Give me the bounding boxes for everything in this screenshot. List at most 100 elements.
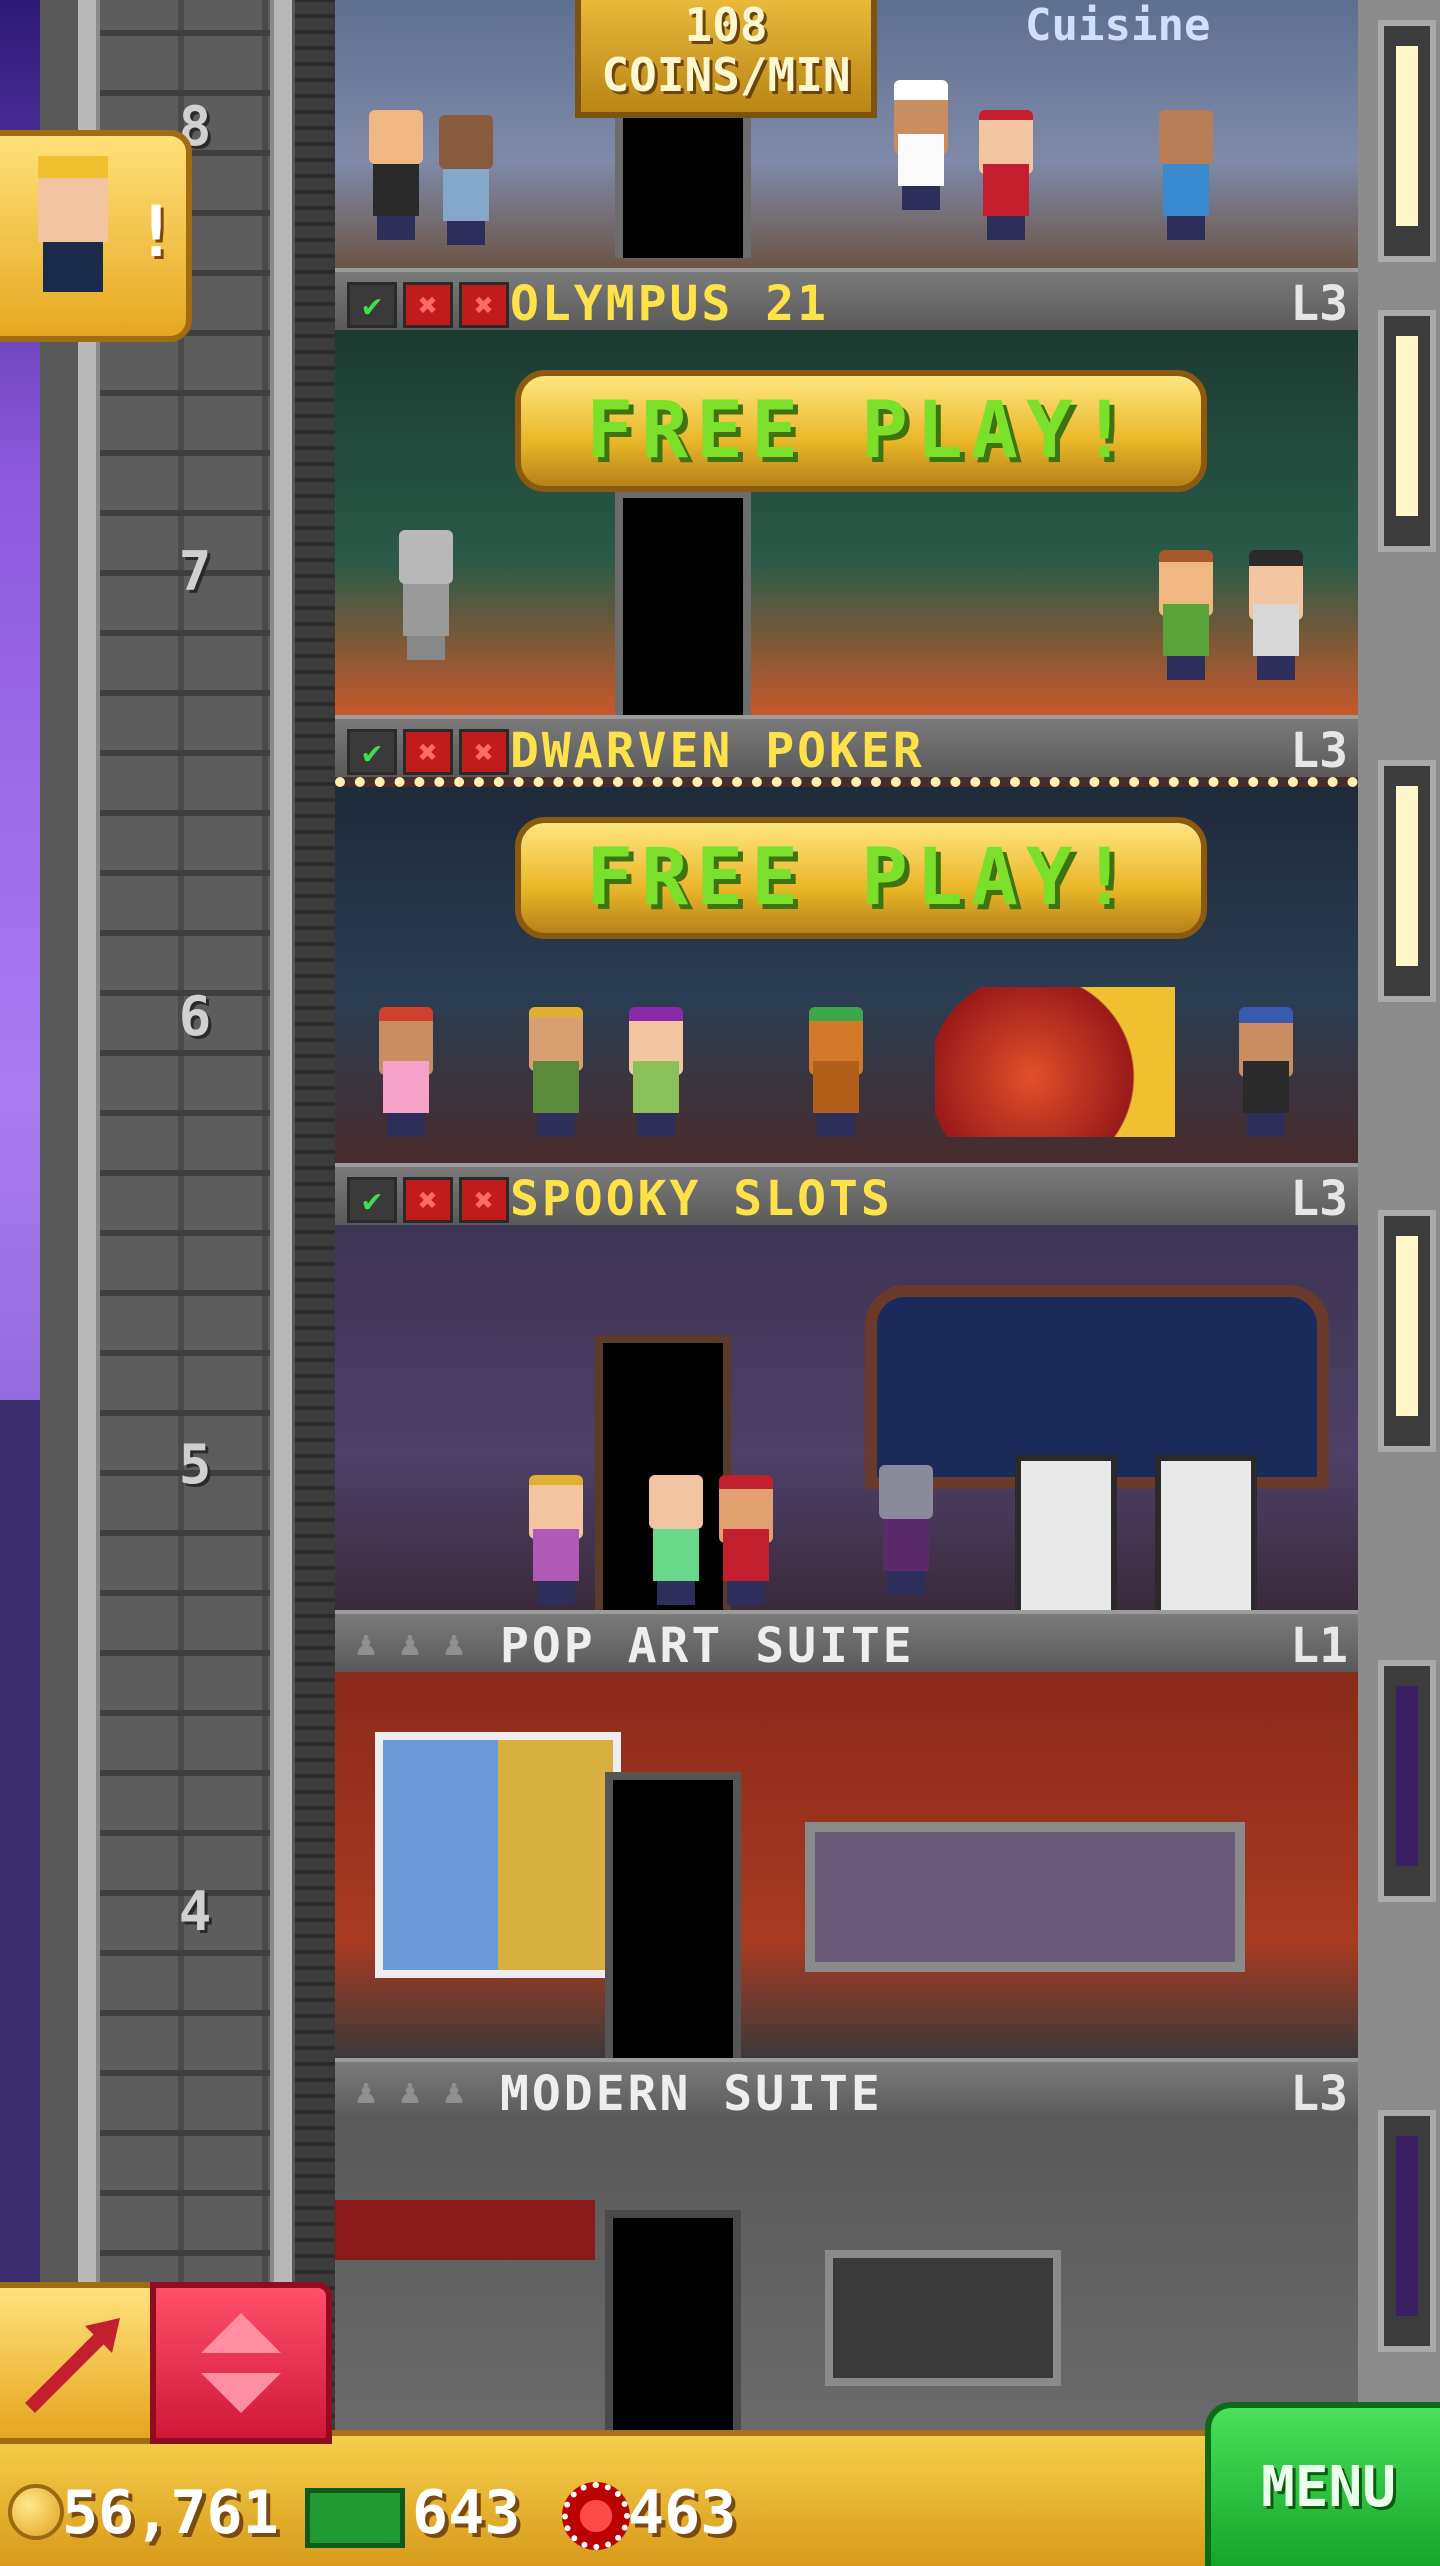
vip-avatar-icon bbox=[28, 156, 118, 316]
floor-name: MODERN SUITE bbox=[500, 2066, 883, 2122]
resident-slot-icon: ♟ bbox=[443, 2072, 465, 2112]
room-door bbox=[615, 100, 751, 258]
floor-level: L3 bbox=[1290, 723, 1348, 779]
side-window bbox=[1378, 2110, 1436, 2352]
pop-art-painting bbox=[375, 1732, 621, 1978]
build-button[interactable] bbox=[0, 2282, 156, 2444]
floor-olympus-21[interactable]: ✔ ✖ ✖ OLYMPUS 21 L3 FREE PLAY! bbox=[335, 268, 1358, 715]
guest[interactable] bbox=[525, 1475, 587, 1605]
floor-label-bar: ✔ ✖ ✖ SPOOKY SLOTS L3 bbox=[335, 1163, 1358, 1229]
coins-per-min-sign[interactable]: 108 COINS/MIN bbox=[575, 0, 877, 118]
floor-number-7: 7 bbox=[178, 540, 212, 603]
modern-suite-room bbox=[335, 2120, 1358, 2430]
guest[interactable] bbox=[525, 1007, 587, 1137]
coin-icon bbox=[8, 2484, 64, 2540]
side-window bbox=[1378, 310, 1436, 552]
floor-number-4: 4 bbox=[178, 1880, 212, 1943]
floor-level: L3 bbox=[1290, 276, 1348, 332]
floor-label-bar: ✔ ✖ ✖ OLYMPUS 21 L3 bbox=[335, 268, 1358, 334]
guest[interactable] bbox=[435, 115, 497, 245]
room-door bbox=[615, 490, 751, 715]
vip-notification[interactable]: ! bbox=[0, 130, 192, 342]
floor-number-5: 5 bbox=[178, 1433, 212, 1496]
city-silhouette bbox=[0, 1400, 40, 2430]
side-window bbox=[1378, 1660, 1436, 1902]
floor-level: L3 bbox=[1290, 1171, 1348, 1227]
free-play-button[interactable]: FREE PLAY! bbox=[515, 817, 1207, 939]
chip-icon bbox=[562, 2482, 630, 2550]
restaurant-sign: Cuisine bbox=[1025, 0, 1211, 51]
elevator-rail-left bbox=[78, 0, 100, 2430]
guest[interactable] bbox=[1245, 550, 1307, 680]
stock-out-icon: ✖ bbox=[459, 1177, 509, 1223]
coins-rate-unit: COINS/MIN bbox=[601, 48, 851, 102]
stock-indicator: ✔ ✖ ✖ bbox=[347, 1177, 509, 1223]
side-window bbox=[1378, 20, 1436, 262]
menu-button[interactable]: MENU bbox=[1205, 2402, 1440, 2566]
guest[interactable] bbox=[1155, 110, 1217, 240]
dragon-treasure bbox=[935, 987, 1175, 1137]
bellhop[interactable] bbox=[715, 1475, 777, 1605]
stock-indicator: ✔ ✖ ✖ bbox=[347, 729, 509, 775]
guest[interactable] bbox=[645, 1475, 707, 1605]
wall-stripe bbox=[335, 2200, 595, 2260]
free-play-button[interactable]: FREE PLAY! bbox=[515, 370, 1207, 492]
elevator-rail-right bbox=[270, 0, 292, 2430]
coins-rate-value: 108 bbox=[684, 0, 768, 52]
room-door bbox=[605, 1772, 741, 2058]
stock-ok-icon: ✔ bbox=[347, 1177, 397, 1223]
slot-machine[interactable] bbox=[1155, 1455, 1257, 1610]
stock-out-icon: ✖ bbox=[403, 1177, 453, 1223]
chips-count: 463 bbox=[628, 2478, 737, 2548]
resident-slot-icon: ♟ bbox=[355, 1624, 377, 1664]
floor-label-bar: ✔ ✖ ✖ DWARVEN POKER L3 bbox=[335, 715, 1358, 781]
zombie[interactable] bbox=[875, 1465, 937, 1595]
elevator-shaft-wall bbox=[100, 0, 270, 2430]
chef[interactable] bbox=[890, 80, 952, 210]
pop-art-room bbox=[335, 1672, 1358, 2058]
side-window bbox=[1378, 760, 1436, 1002]
stock-indicator: ✔ ✖ ✖ bbox=[347, 282, 509, 328]
elevator-arrows-icon bbox=[201, 2313, 281, 2413]
floor-spooky-slots[interactable]: ✔ ✖ ✖ SPOOKY SLOTS L3 bbox=[335, 1163, 1358, 1610]
vip-alert-icon: ! bbox=[135, 191, 178, 273]
resident-slot-icon: ♟ bbox=[355, 2072, 377, 2112]
floor-label-bar: ♟ ♟ ♟ MODERN SUITE L3 bbox=[335, 2058, 1358, 2124]
room-door bbox=[605, 2210, 741, 2430]
stock-out-icon: ✖ bbox=[459, 282, 509, 328]
resident-slot-icon: ♟ bbox=[399, 1624, 421, 1664]
dwarf[interactable] bbox=[805, 1007, 867, 1137]
floor-name: POP ART SUITE bbox=[500, 1618, 915, 1674]
stock-out-icon: ✖ bbox=[403, 729, 453, 775]
stock-out-icon: ✖ bbox=[459, 729, 509, 775]
stock-ok-icon: ✔ bbox=[347, 282, 397, 328]
side-window bbox=[1378, 1210, 1436, 1452]
floor-level: L3 bbox=[1290, 2066, 1348, 2122]
guest[interactable] bbox=[375, 1007, 437, 1137]
waiter[interactable] bbox=[975, 110, 1037, 240]
slot-machine[interactable] bbox=[1015, 1455, 1117, 1610]
floor-pop-art-suite[interactable]: ♟ ♟ ♟ POP ART SUITE L1 bbox=[335, 1610, 1358, 2058]
dwarven-poker-room: FREE PLAY! bbox=[335, 777, 1358, 1183]
guest[interactable] bbox=[365, 110, 427, 240]
floor-dwarven-poker[interactable]: ✔ ✖ ✖ DWARVEN POKER L3 FREE PLAY! bbox=[335, 715, 1358, 1183]
resident-slot-icon: ♟ bbox=[443, 1624, 465, 1664]
floor-modern-suite[interactable]: ♟ ♟ ♟ MODERN SUITE L3 bbox=[335, 2058, 1358, 2430]
guest[interactable] bbox=[625, 1007, 687, 1137]
stock-ok-icon: ✔ bbox=[347, 729, 397, 775]
coins-count: 56,761 bbox=[62, 2478, 279, 2548]
elevator-button[interactable] bbox=[150, 2282, 332, 2444]
olympus-room: FREE PLAY! bbox=[335, 330, 1358, 715]
shaft-edge bbox=[295, 0, 335, 2430]
resident-slot-icon: ♟ bbox=[399, 2072, 421, 2112]
stock-out-icon: ✖ bbox=[403, 282, 453, 328]
sofa bbox=[805, 1822, 1245, 1972]
bux-icon bbox=[305, 2488, 405, 2548]
floor-label-bar: ♟ ♟ ♟ POP ART SUITE L1 bbox=[335, 1610, 1358, 1676]
guest[interactable] bbox=[1155, 550, 1217, 680]
resident-indicator: ♟ ♟ ♟ bbox=[347, 1624, 473, 1664]
wizard[interactable] bbox=[1235, 1007, 1297, 1137]
tv-screen bbox=[825, 2250, 1061, 2386]
build-arrow-icon bbox=[25, 2318, 120, 2413]
floor-name: SPOOKY SLOTS bbox=[510, 1171, 893, 1227]
